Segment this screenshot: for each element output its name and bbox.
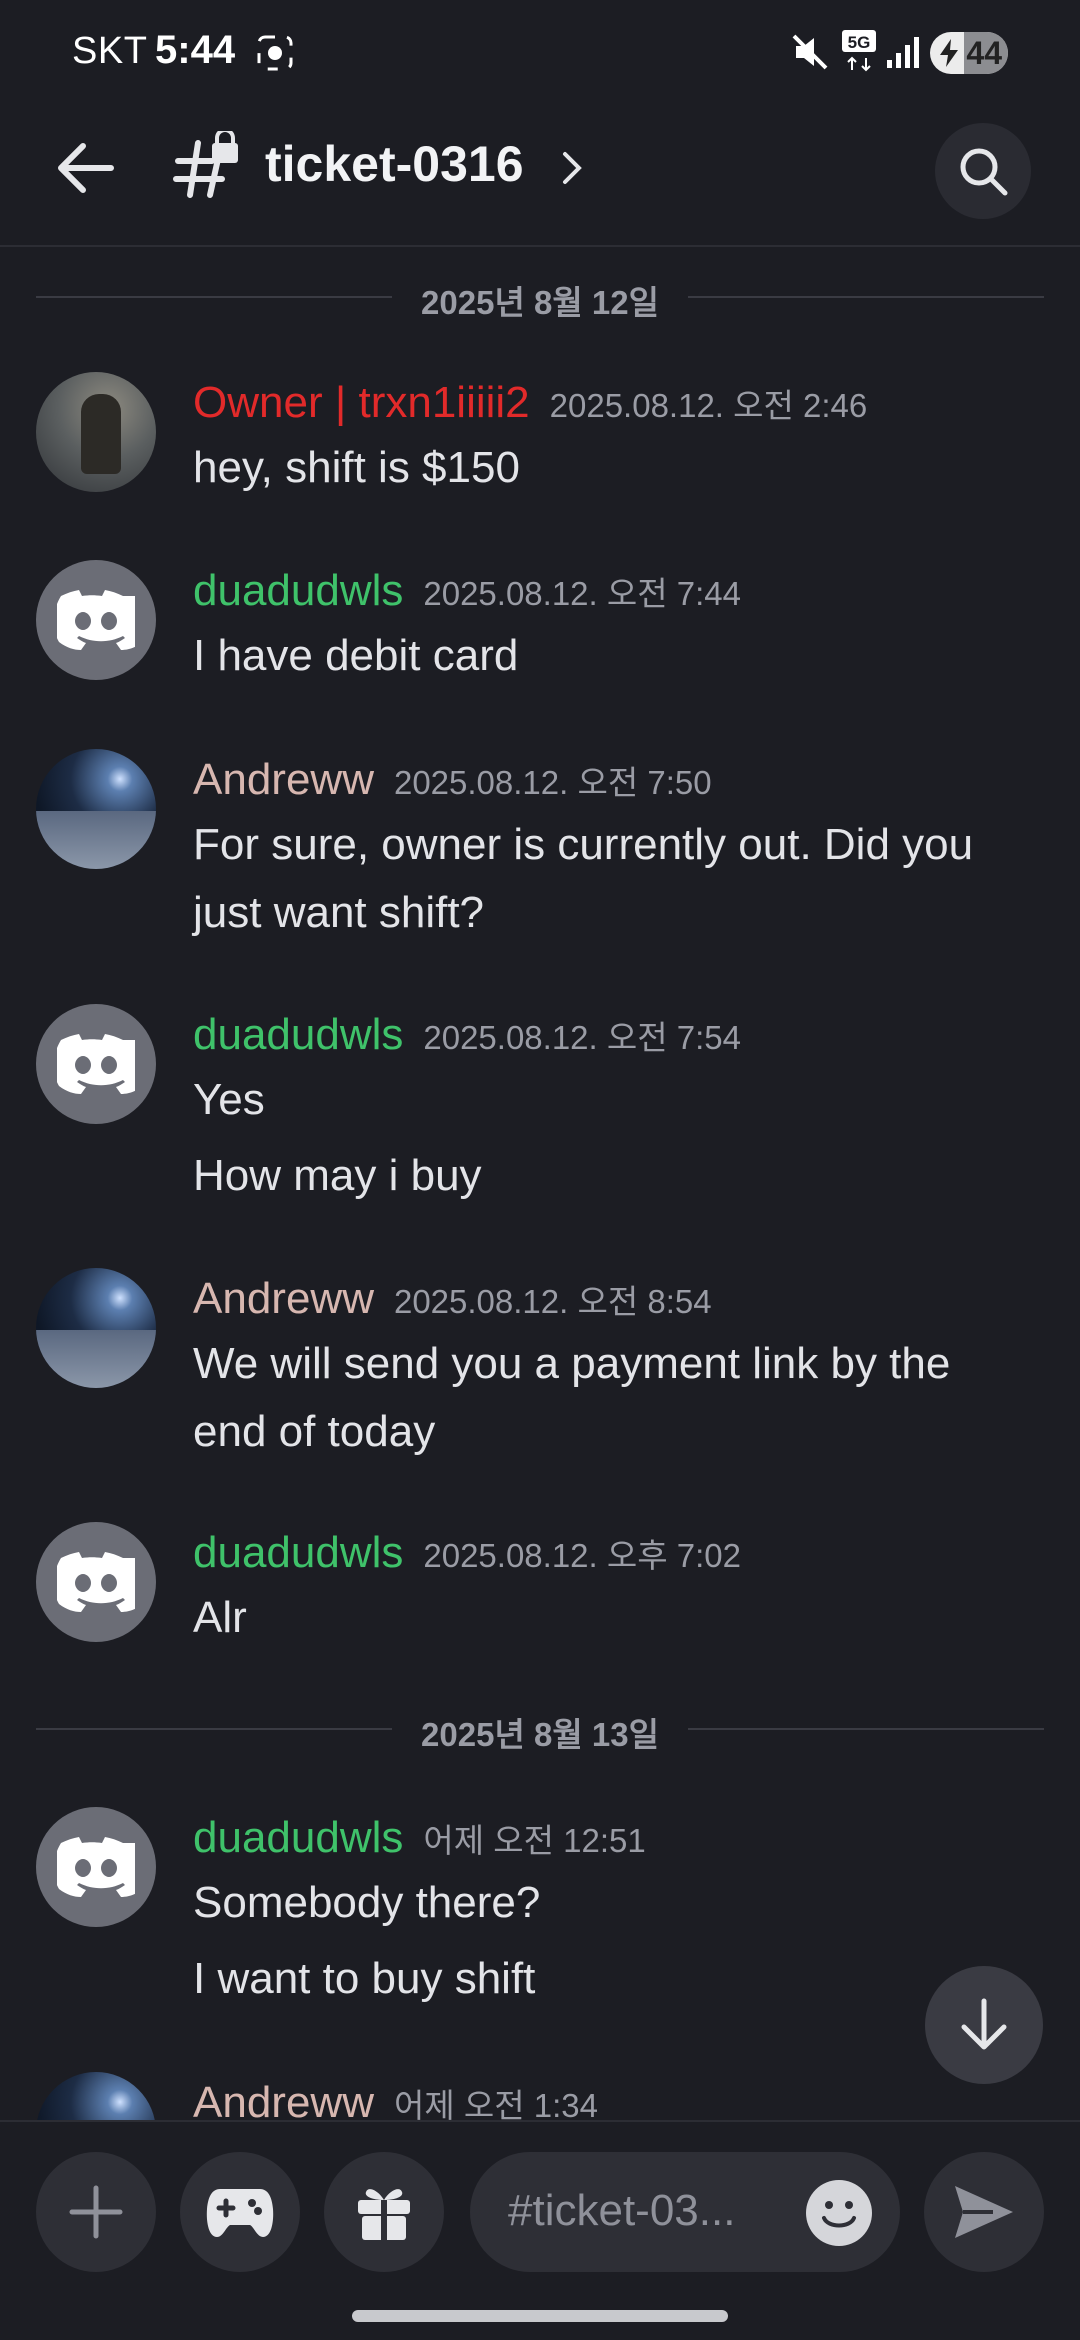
jump-to-latest-button[interactable] [925, 1966, 1043, 2084]
avatar[interactable] [36, 1268, 156, 1388]
svg-text:5G: 5G [848, 33, 871, 52]
avatar[interactable] [36, 1807, 156, 1927]
message-text: I have debit card [193, 631, 519, 680]
avatar[interactable] [36, 1004, 156, 1124]
date-divider-label: 2025년 8월 12일 [421, 284, 659, 321]
discord-logo-icon [57, 1552, 135, 1612]
send-icon [955, 2186, 1013, 2238]
mute-icon [792, 32, 830, 77]
network-5g-icon: 5G [840, 28, 880, 79]
author-name[interactable]: Andreww [193, 2078, 374, 2120]
channel-title[interactable]: ticket-0316 [265, 135, 524, 193]
author-name[interactable]: duadudwls [193, 1010, 403, 1059]
message-text: just want shift? [193, 888, 485, 937]
message-text: We will send you a payment link by the [193, 1339, 951, 1388]
message-timestamp: 2025.08.12. 오전 7:44 [423, 575, 741, 612]
message-timestamp: 어제 오전 1:34 [393, 2087, 598, 2120]
message-timestamp: 2025.08.12. 오전 7:50 [393, 764, 712, 801]
arrow-down-icon [961, 1998, 1007, 2050]
date-divider: 2025년 8월 12일 [36, 276, 1044, 321]
search-button[interactable] [935, 123, 1031, 219]
message-timestamp: 2025.08.12. 오후 7:02 [423, 1537, 741, 1574]
avatar[interactable] [36, 560, 156, 680]
message-text: I want to buy shift [193, 1954, 536, 2003]
channel-header: ticket-0316 [0, 105, 1080, 247]
author-name[interactable]: duadudwls [193, 566, 403, 615]
gift-button[interactable] [324, 2152, 444, 2272]
smiley-icon [822, 2201, 856, 2228]
activities-button[interactable] [180, 2152, 300, 2272]
carrier-label: SKT [72, 30, 148, 72]
message-timestamp: 2025.08.12. 오전 7:54 [423, 1019, 741, 1056]
message-text: hey, shift is $150 [193, 443, 520, 492]
home-indicator[interactable] [352, 2310, 728, 2322]
search-icon [960, 148, 1008, 196]
battery-percent: 44 [966, 35, 1002, 71]
avatar[interactable] [36, 372, 156, 492]
author-name[interactable]: Andreww [193, 1274, 374, 1323]
send-button[interactable] [924, 2152, 1044, 2272]
clock: 5:44 [155, 28, 236, 72]
status-bar: SKT 5:44 5G 44 [0, 0, 1080, 105]
hash-lock-icon [170, 128, 242, 208]
message-text: Alr [193, 1593, 247, 1642]
discord-logo-icon [57, 590, 135, 650]
discord-logo-icon [57, 1837, 135, 1897]
author-name[interactable]: duadudwls [193, 1813, 403, 1862]
arrow-left-icon [58, 143, 114, 193]
signal-strength-icon [886, 36, 922, 73]
discord-logo-icon [57, 1034, 135, 1094]
chevron-right-icon[interactable] [560, 150, 584, 191]
gamepad-icon [206, 2189, 274, 2237]
author-name[interactable]: duadudwls [193, 1528, 403, 1577]
back-button[interactable] [50, 133, 120, 203]
message-timestamp: 2025.08.12. 오전 2:46 [549, 387, 868, 424]
message-timestamp: 2025.08.12. 오전 8:54 [393, 1283, 712, 1320]
add-attachment-button[interactable] [36, 2152, 156, 2272]
avatar[interactable] [36, 749, 156, 869]
message-text: Somebody there? [193, 1878, 541, 1927]
gift-icon [358, 2189, 410, 2240]
battery-indicator: 44 [930, 32, 1008, 74]
discord-chat-screen: SKT 5:44 5G 44 ticket-0316 2025년 8월 12일 … [0, 0, 1080, 2340]
emoji-button[interactable] [806, 2180, 872, 2246]
date-divider-label: 2025년 8월 13일 [421, 1716, 659, 1753]
message-input-placeholder: #ticket-03... [508, 2186, 736, 2235]
plus-icon [69, 2185, 123, 2239]
message-composer: #ticket-03... [0, 2120, 1080, 2340]
screen-capture-icon [256, 34, 294, 77]
author-name[interactable]: Andreww [193, 755, 374, 804]
date-divider: 2025년 8월 13일 [36, 1708, 1044, 1753]
message-text: For sure, owner is currently out. Did yo… [193, 820, 974, 869]
avatar[interactable] [36, 2072, 156, 2120]
author-name[interactable]: Owner | trxn1iiiii2 [193, 378, 530, 427]
message[interactable]: Andreww 어제 오전 1:34 [0, 2072, 1080, 2120]
avatar[interactable] [36, 1522, 156, 1642]
message-text: How may i buy [193, 1151, 482, 1200]
message-text: Yes [193, 1075, 265, 1124]
message-timestamp: 어제 오전 12:51 [423, 1822, 646, 1859]
message-input[interactable]: #ticket-03... [470, 2152, 900, 2272]
message-text: end of today [193, 1407, 436, 1456]
charging-bolt-icon [938, 38, 960, 73]
